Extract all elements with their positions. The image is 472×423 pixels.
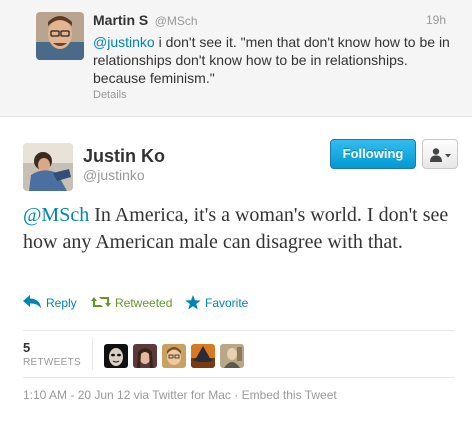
footer-separator: · xyxy=(230,388,242,402)
author-avatar[interactable] xyxy=(23,143,73,191)
retweet-count[interactable]: 5 xyxy=(23,340,30,355)
star-icon xyxy=(185,295,201,310)
reply-arrow-icon xyxy=(23,295,41,308)
author-name[interactable]: Justin Ko xyxy=(83,146,165,167)
retweeter-avatar[interactable] xyxy=(133,344,157,368)
parent-author-handle[interactable]: @MSch xyxy=(155,14,198,28)
retweeter-avatar[interactable] xyxy=(162,344,186,368)
tweet-text: @MSch In America, it's a woman's world. … xyxy=(23,202,463,256)
retweeted-label: Retweeted xyxy=(115,296,173,310)
reply-label: Reply xyxy=(46,296,77,310)
tweet-mention-link[interactable]: @MSch xyxy=(23,204,89,226)
parent-author-name[interactable]: Martin S xyxy=(93,12,148,28)
embed-tweet-link[interactable]: Embed this Tweet xyxy=(242,388,337,402)
parent-tweet-avatar[interactable] xyxy=(36,12,84,60)
stats-separator xyxy=(92,338,93,370)
retweets-label: RETWEETS xyxy=(23,357,81,368)
tweet-timestamp[interactable]: 1:10 AM - 20 Jun 12 xyxy=(23,388,130,402)
parent-tweet-header: Martin S @MSch 19h xyxy=(93,12,446,30)
user-silhouette-icon xyxy=(430,148,451,162)
divider xyxy=(23,330,454,331)
retweeter-avatar[interactable] xyxy=(191,344,215,368)
chevron-down-icon xyxy=(445,154,451,158)
parent-tweet-time[interactable]: 19h xyxy=(426,13,446,27)
divider xyxy=(23,377,454,378)
favorite-label: Favorite xyxy=(205,296,249,310)
tweet-footer: 1:10 AM - 20 Jun 12 via Twitter for Mac … xyxy=(23,388,337,402)
retweeter-avatar[interactable] xyxy=(220,344,244,368)
following-button[interactable]: Following xyxy=(330,139,416,169)
parent-tweet[interactable]: Martin S @MSch 19h @justinko i don't see… xyxy=(0,0,472,117)
tweet-client: via Twitter for Mac xyxy=(130,388,231,402)
retweet-icon xyxy=(91,297,111,307)
author-handle[interactable]: @justinko xyxy=(83,167,145,183)
parent-mention-link[interactable]: @justinko xyxy=(93,34,155,50)
parent-tweet-text: @justinko i don't see it. "men that don'… xyxy=(93,33,458,87)
user-actions-dropdown-button[interactable] xyxy=(422,139,458,169)
details-link[interactable]: Details xyxy=(93,89,127,101)
retweeter-avatar[interactable] xyxy=(104,344,128,368)
